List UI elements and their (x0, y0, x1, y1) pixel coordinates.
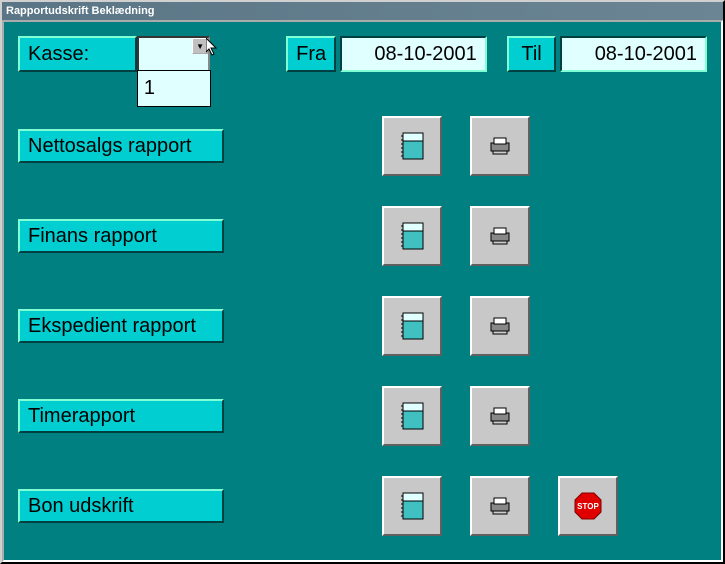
report-label-bon: Bon udskrift (18, 489, 224, 523)
stop-button[interactable]: STOP (558, 476, 618, 536)
notebook-icon (399, 491, 425, 521)
print-button-time[interactable] (470, 386, 530, 446)
fra-label: Fra (286, 36, 336, 72)
report-row-bon: Bon udskrift STOP (18, 476, 618, 536)
dropdown-button[interactable]: ▼ (192, 38, 208, 54)
dropdown-list[interactable]: 1 (137, 70, 211, 107)
print-button-bon[interactable] (470, 476, 530, 536)
view-button-time[interactable] (382, 386, 442, 446)
notebook-icon (399, 311, 425, 341)
titlebar: Rapportudskrift Beklædning (2, 2, 723, 20)
svg-text:STOP: STOP (577, 502, 599, 511)
print-button-ekspedient[interactable] (470, 296, 530, 356)
report-label-time: Timerapport (18, 399, 224, 433)
report-row-time: Timerapport (18, 386, 530, 446)
report-label-nettosalgs: Nettosalgs rapport (18, 129, 224, 163)
printer-icon (489, 137, 511, 155)
notebook-icon (399, 401, 425, 431)
notebook-icon (399, 221, 425, 251)
dropdown-option-1[interactable]: 1 (144, 77, 204, 100)
report-label-finans: Finans rapport (18, 219, 224, 253)
stop-icon: STOP (573, 491, 603, 521)
til-date-field[interactable]: 08-10-2001 (560, 36, 707, 72)
printer-icon (489, 407, 511, 425)
content-area: Kasse: ▼ 1 Fra 08-10-2001 Til 08-10-2001… (2, 20, 723, 562)
report-window: Rapportudskrift Beklædning Kasse: ▼ 1 Fr… (0, 0, 725, 564)
kasse-dropdown[interactable]: ▼ 1 (137, 36, 210, 72)
chevron-down-icon: ▼ (196, 42, 204, 51)
printer-icon (489, 497, 511, 515)
til-label: Til (507, 36, 557, 72)
printer-icon (489, 227, 511, 245)
fra-date-field[interactable]: 08-10-2001 (340, 36, 487, 72)
view-button-ekspedient[interactable] (382, 296, 442, 356)
view-button-finans[interactable] (382, 206, 442, 266)
report-row-nettosalgs: Nettosalgs rapport (18, 116, 530, 176)
view-button-nettosalgs[interactable] (382, 116, 442, 176)
report-row-ekspedient: Ekspedient rapport (18, 296, 530, 356)
printer-icon (489, 317, 511, 335)
notebook-icon (399, 131, 425, 161)
print-button-finans[interactable] (470, 206, 530, 266)
window-title: Rapportudskrift Beklædning (6, 5, 155, 17)
report-label-ekspedient: Ekspedient rapport (18, 309, 224, 343)
filter-row: Kasse: ▼ 1 Fra 08-10-2001 Til 08-10-2001 (18, 36, 707, 72)
kasse-label: Kasse: (18, 36, 137, 72)
report-row-finans: Finans rapport (18, 206, 530, 266)
print-button-nettosalgs[interactable] (470, 116, 530, 176)
view-button-bon[interactable] (382, 476, 442, 536)
